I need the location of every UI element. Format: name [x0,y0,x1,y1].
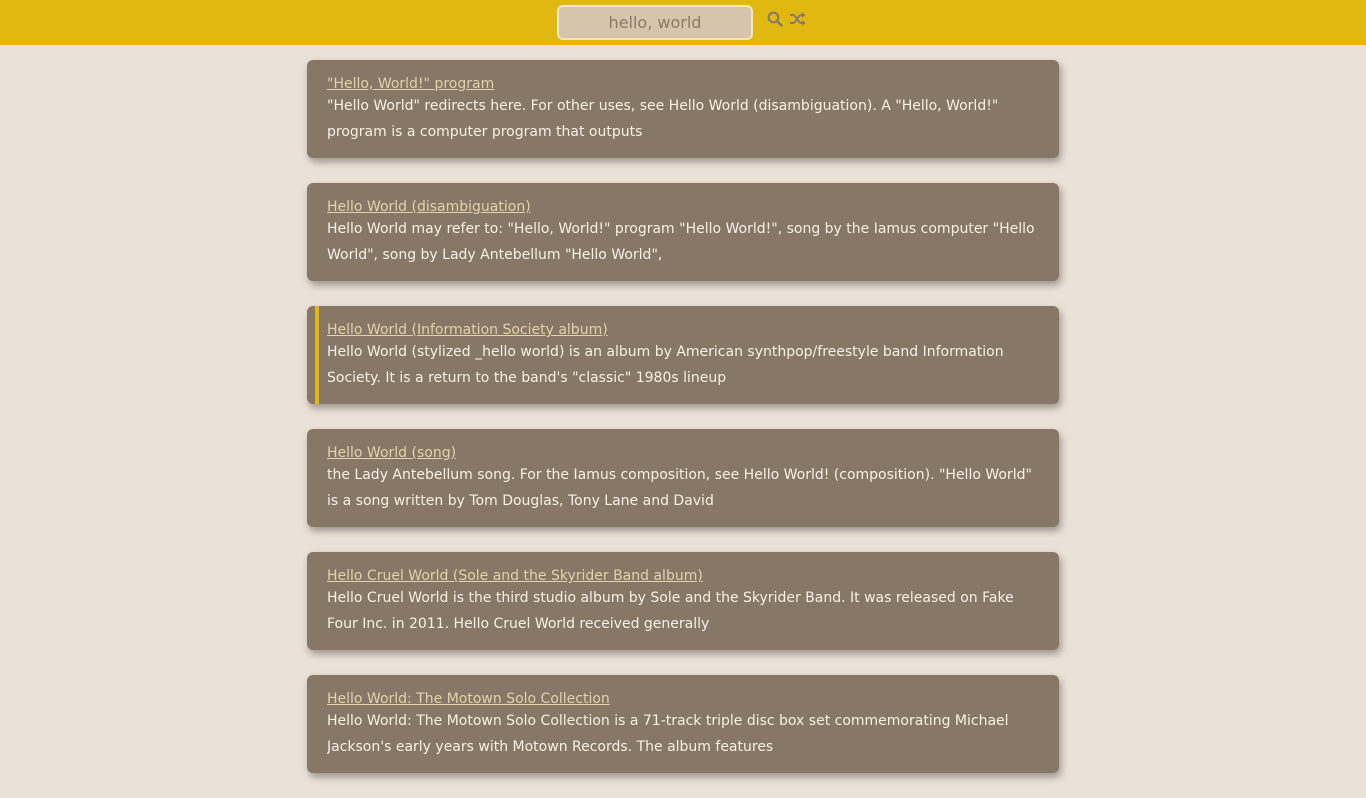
result-card-selected: Hello World (Information Society album) … [307,306,1059,404]
search-button[interactable] [765,10,785,32]
result-card: Hello World (disambiguation) Hello World… [307,183,1059,281]
results-list: "Hello, World!" program "Hello World" re… [307,60,1059,798]
shuffle-icon [789,11,807,31]
random-article-button[interactable] [788,10,808,32]
result-snippet: Hello World: The Motown Solo Collection … [327,713,1009,755]
result-card: Hello World: The Motown Solo Collection … [307,675,1059,773]
result-snippet: Hello World (stylized _hello world) is a… [327,344,1004,386]
search-box [557,5,753,40]
result-title-link[interactable]: Hello World (song) [327,444,456,462]
result-title-link[interactable]: "Hello, World!" program [327,75,494,93]
result-snippet: "Hello World" redirects here. For other … [327,98,999,140]
result-card: Hello World (song) the Lady Antebellum s… [307,429,1059,527]
result-title-link[interactable]: Hello World (disambiguation) [327,198,531,216]
search-icon [767,11,783,31]
top-bar [0,0,1366,45]
result-title-link[interactable]: Hello World: The Motown Solo Collection [327,690,610,708]
result-snippet: the Lady Antebellum song. For the Iamus … [327,467,1032,509]
result-card: Hello Cruel World (Sole and the Skyrider… [307,552,1059,650]
result-snippet: Hello World may refer to: "Hello, World!… [327,221,1035,263]
search-input[interactable] [557,5,753,40]
result-title-link[interactable]: Hello World (Information Society album) [327,321,608,339]
result-snippet: Hello Cruel World is the third studio al… [327,590,1014,632]
result-card: "Hello, World!" program "Hello World" re… [307,60,1059,158]
result-title-link[interactable]: Hello Cruel World (Sole and the Skyrider… [327,567,703,585]
